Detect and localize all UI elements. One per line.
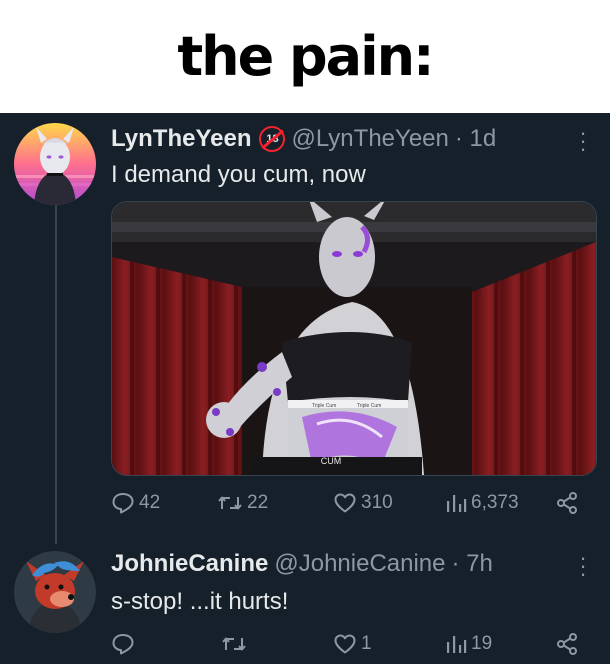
view-count: 6,373: [471, 492, 519, 513]
tweet-text: I demand you cum, now: [111, 161, 366, 188]
avatar-image: [14, 551, 96, 633]
avatar-johniecanine[interactable]: [14, 551, 96, 633]
timestamp[interactable]: · 7h: [452, 550, 493, 578]
tweet-header: JohnieCanine @JohnieCanine · 7h: [111, 550, 493, 578]
reply-button[interactable]: [111, 632, 139, 656]
tweet-text: s-stop! ...it hurts!: [111, 588, 289, 615]
heart-icon: [334, 634, 356, 654]
display-name[interactable]: LynTheYeen: [111, 125, 251, 153]
like-count: 310: [361, 492, 393, 513]
reply-count: 42: [139, 492, 161, 513]
tweet-media-image[interactable]: CUM Triple Cum Triple Cum: [111, 201, 597, 476]
share-icon: [557, 633, 577, 655]
avatar-lyntheyeen[interactable]: [14, 123, 96, 205]
repost-button[interactable]: 22: [217, 491, 268, 515]
meme-caption: the pain:: [0, 0, 610, 113]
repost-count: 22: [247, 492, 269, 513]
share-icon: [557, 492, 577, 514]
view-count: 19: [471, 633, 493, 654]
repost-arrows-icon: [218, 496, 242, 510]
heart-icon: [334, 493, 356, 513]
bar-chart-icon: [447, 636, 467, 653]
handle[interactable]: @LynTheYeen: [291, 125, 448, 153]
like-button[interactable]: 1: [333, 632, 372, 656]
views-button[interactable]: 6,373: [445, 491, 519, 515]
vertical-ellipsis-icon[interactable]: · · ·: [573, 122, 593, 160]
media-waistband-text-2: Triple Cum: [357, 403, 381, 409]
media-waistband-text-1: Triple Cum: [312, 403, 336, 409]
caption-text: the pain:: [177, 25, 434, 88]
timestamp[interactable]: · 1d: [455, 125, 496, 153]
views-button[interactable]: 19: [445, 632, 492, 656]
tweet-actions: 42 22 310 6,373: [111, 491, 581, 521]
handle[interactable]: @JohnieCanine: [274, 550, 445, 578]
tweet-thread: LynTheYeen 18 @LynTheYeen · 1d · · · I dem…: [0, 113, 610, 664]
share-button[interactable]: [555, 632, 579, 656]
thread-connector-line: [55, 205, 57, 544]
tweet-header: LynTheYeen 18 @LynTheYeen · 1d: [111, 125, 496, 153]
tweet-actions: 1 19: [111, 632, 581, 662]
repost-arrows-icon: [222, 637, 246, 651]
vertical-ellipsis-icon[interactable]: · · ·: [573, 547, 593, 585]
avatar-image: [14, 123, 96, 205]
repost-button[interactable]: [221, 632, 251, 656]
speech-bubble-icon: [112, 634, 134, 655]
like-button[interactable]: 310: [333, 491, 393, 515]
like-count: 1: [361, 633, 372, 654]
bar-chart-icon: [447, 495, 467, 512]
reply-button[interactable]: 42: [111, 491, 160, 515]
share-button[interactable]: [555, 491, 579, 515]
badge-label: 18: [266, 133, 279, 145]
media-waistband-label: CUM: [321, 456, 342, 466]
adult-content-badge-icon: 18: [259, 126, 286, 152]
media-scene: CUM Triple Cum Triple Cum: [112, 202, 596, 475]
speech-bubble-icon: [112, 493, 134, 514]
display-name[interactable]: JohnieCanine: [111, 550, 268, 578]
